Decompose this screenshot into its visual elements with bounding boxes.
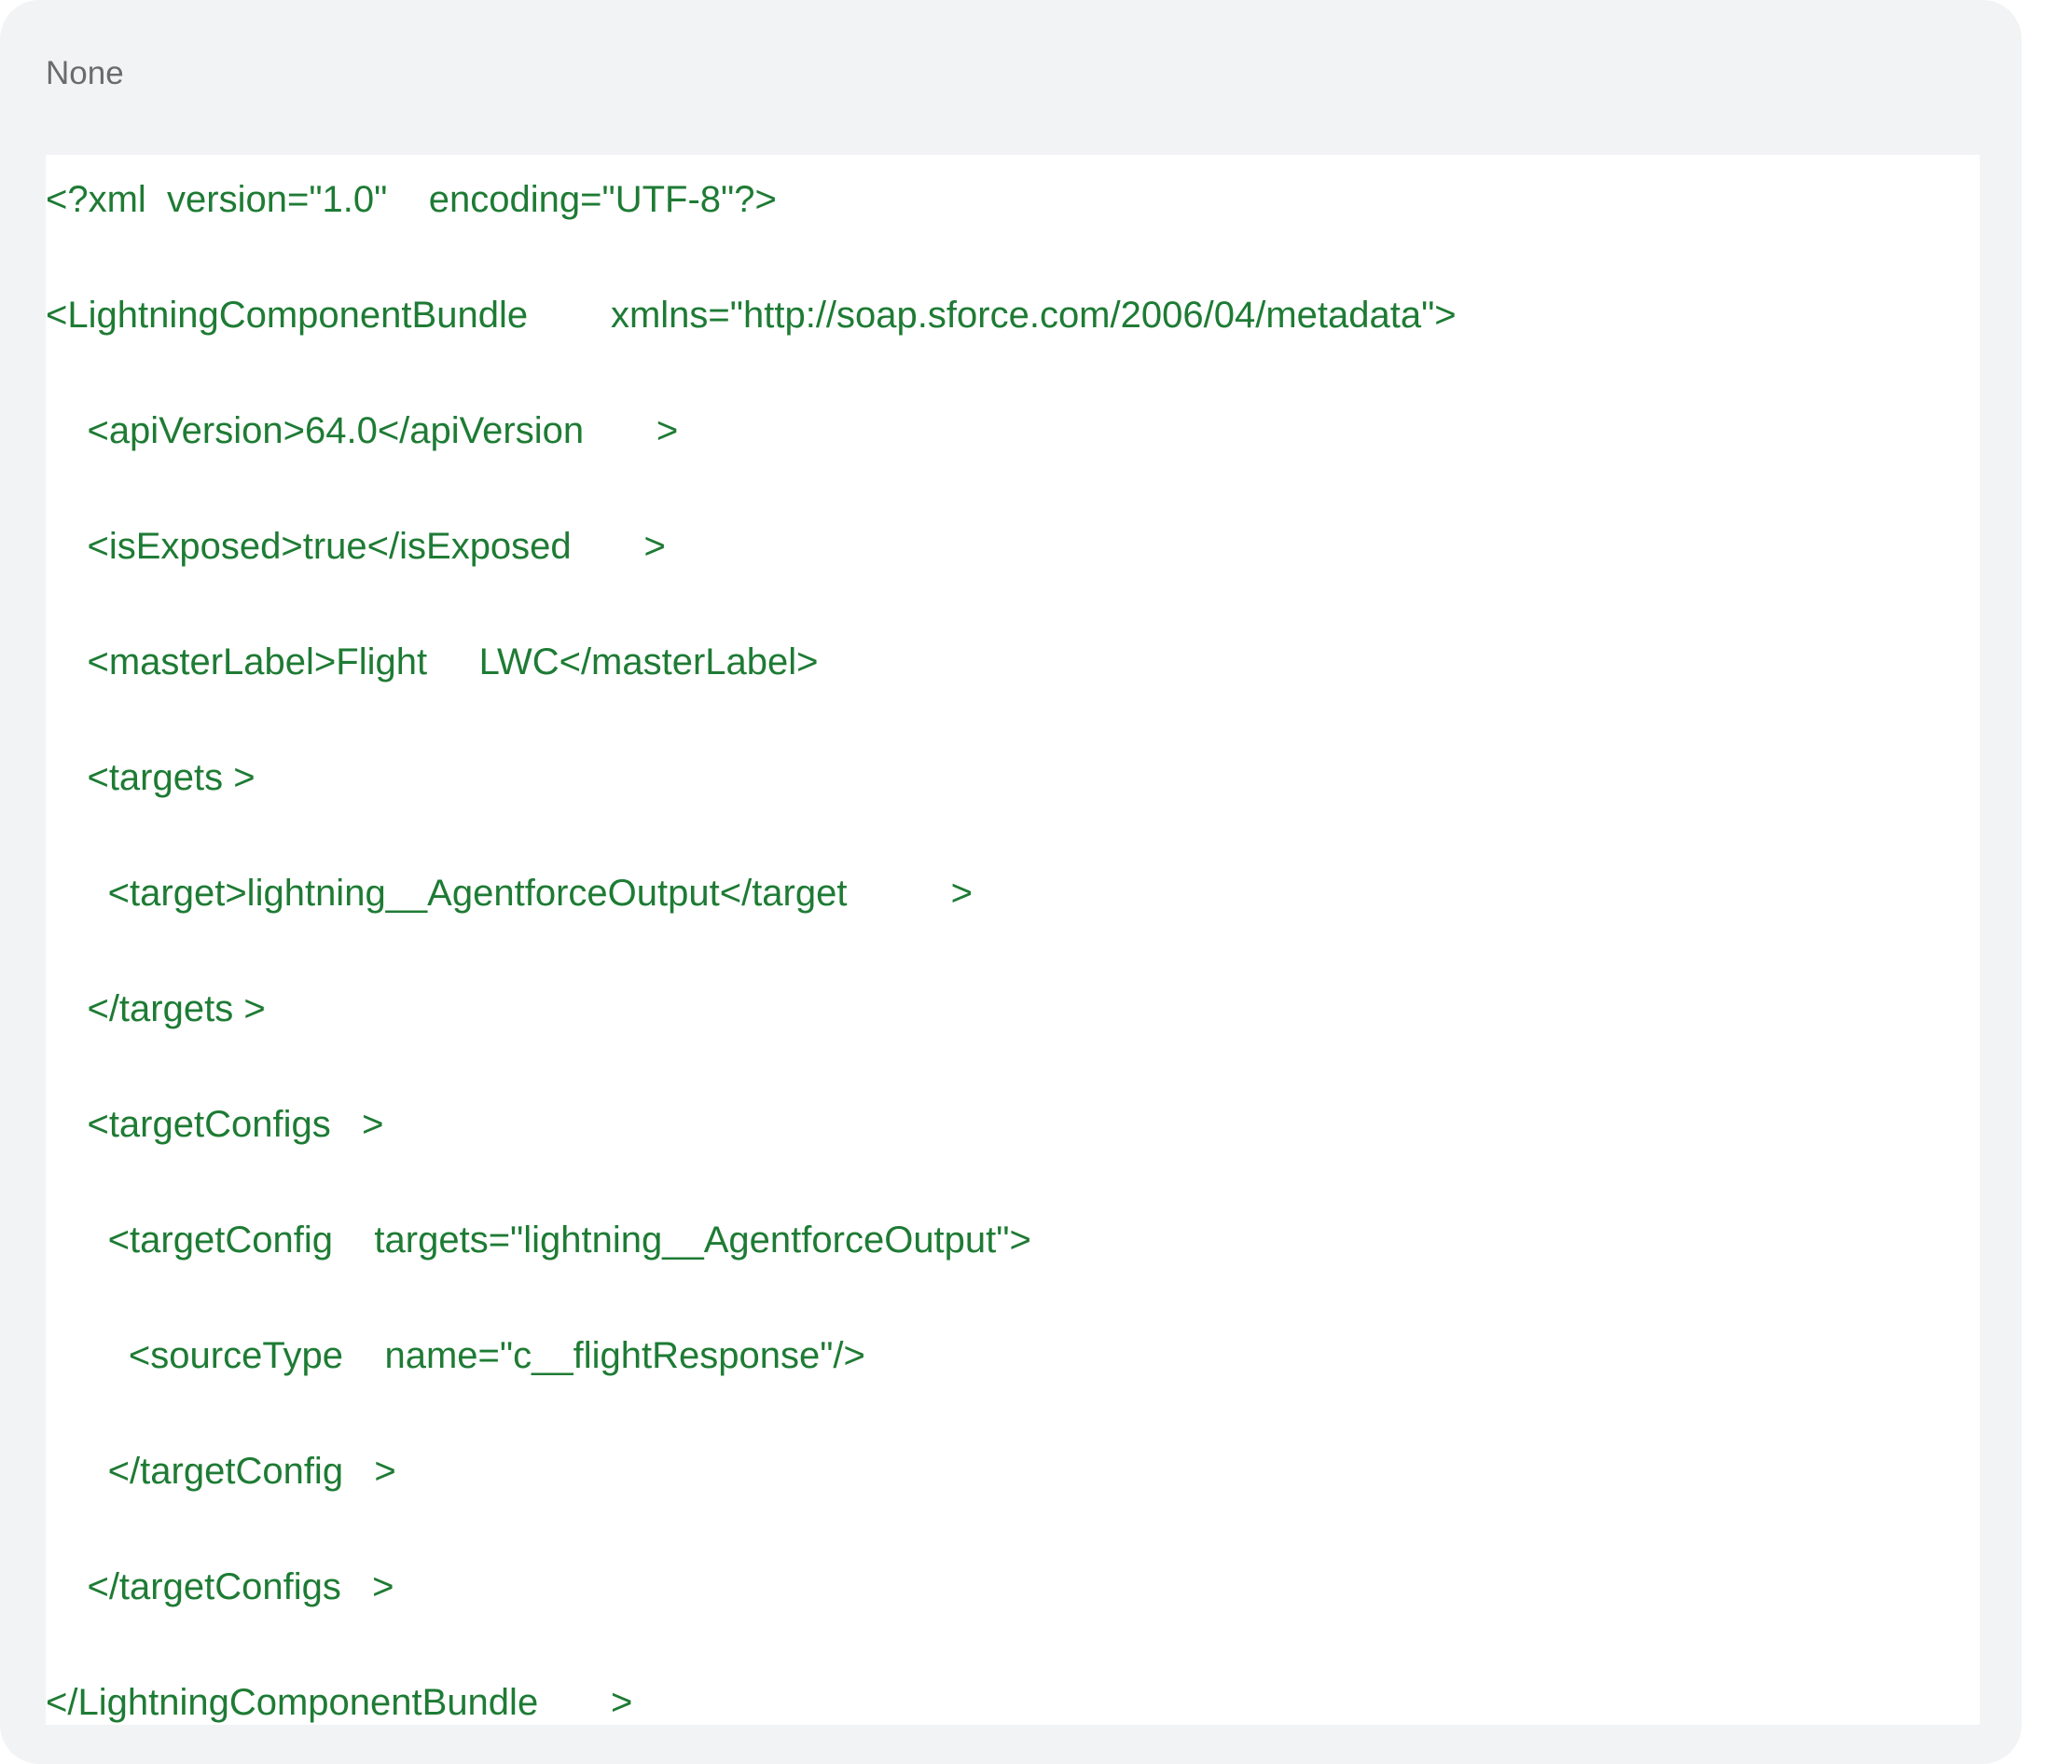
code-line-target-configs-close: </targetConfigs > (46, 1566, 394, 1607)
code-line-target: <target>lightning__AgentforceOutput</tar… (46, 873, 973, 914)
code-language-label: None (46, 55, 124, 91)
code-line-target-config-close: </targetConfig > (46, 1451, 396, 1492)
code-line-target-config-open: <targetConfig targets="lightning__Agentf… (46, 1220, 1031, 1261)
code-line-api-version: <apiVersion>64.0</apiVersion > (46, 410, 679, 451)
code-block-panel: None <?xml version="1.0" encoding="UTF-8… (0, 0, 2022, 1764)
code-line-target-configs-open: <targetConfigs > (46, 1104, 384, 1145)
code-line-source-type: <sourceType name="c__flightResponse"/> (46, 1335, 865, 1376)
code-line-bundle-open: <LightningComponentBundle xmlns="http://… (46, 295, 1457, 336)
code-line-bundle-close: </LightningComponentBundle > (46, 1682, 633, 1723)
code-line-targets-close: </targets > (46, 988, 266, 1029)
code-line-is-exposed: <isExposed>true</isExposed > (46, 526, 666, 567)
code-line-xml-declaration: <?xml version="1.0" encoding="UTF-8"?> (46, 179, 777, 220)
code-line-targets-open: <targets > (46, 757, 256, 798)
code-line-master-label: <masterLabel>Flight LWC</masterLabel> (46, 641, 819, 682)
code-content: <?xml version="1.0" encoding="UTF-8"?> <… (46, 155, 1980, 1725)
